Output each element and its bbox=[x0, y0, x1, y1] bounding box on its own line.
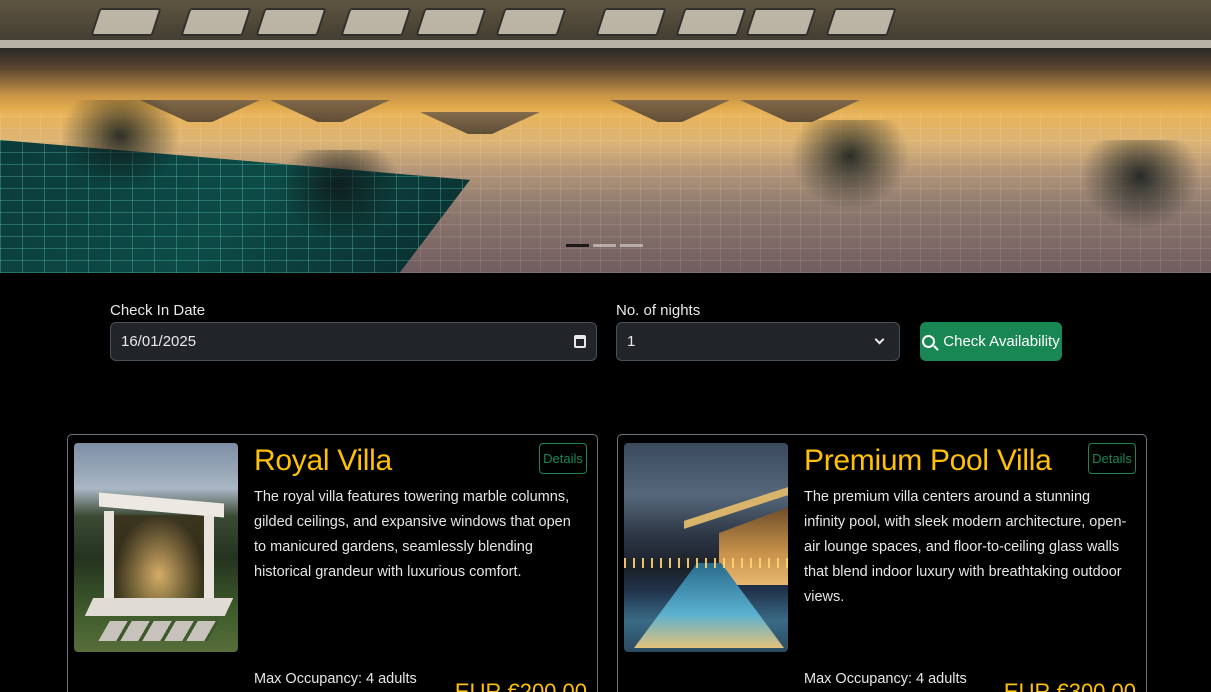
villa-description: The premium villa centers around a stunn… bbox=[804, 489, 1127, 605]
villa-image bbox=[74, 443, 238, 652]
lounger-image bbox=[745, 8, 817, 36]
villa-title: Premium Pool Villa bbox=[804, 444, 1052, 477]
availability-form: Check In Date 16/01/2025 No. of nights 1… bbox=[110, 301, 1070, 361]
carousel-indicator[interactable] bbox=[566, 244, 589, 247]
palm-reflection bbox=[60, 100, 180, 190]
palm-reflection bbox=[1080, 140, 1200, 230]
lounger-image bbox=[495, 8, 567, 36]
villa-occupancy: Max Occupancy: 4 adults bbox=[804, 671, 967, 687]
hero-carousel[interactable] bbox=[0, 0, 1211, 273]
villa-price: EUR €300.00 bbox=[1003, 679, 1136, 692]
villa-image bbox=[624, 443, 788, 652]
villa-title: Royal Villa bbox=[254, 444, 392, 477]
nights-label: No. of nights bbox=[616, 302, 701, 319]
villa-description: The royal villa features towering marble… bbox=[254, 489, 571, 580]
nights-value: 1 bbox=[627, 333, 636, 350]
pool-edge bbox=[0, 40, 1211, 48]
checkin-date-value: 16/01/2025 bbox=[121, 333, 197, 350]
lounger-image bbox=[675, 8, 747, 36]
carousel-indicators bbox=[566, 244, 643, 247]
details-button[interactable]: Details bbox=[539, 443, 587, 474]
search-icon bbox=[922, 335, 936, 348]
lounger-image bbox=[255, 8, 327, 36]
checkin-label: Check In Date bbox=[110, 302, 206, 319]
lounger-image bbox=[90, 8, 162, 36]
lounger-image bbox=[595, 8, 667, 36]
carousel-indicator[interactable] bbox=[593, 244, 616, 247]
check-availability-button[interactable]: Check Availability bbox=[920, 322, 1062, 361]
palm-reflection bbox=[280, 150, 400, 240]
lounger-image bbox=[180, 8, 252, 36]
chevron-down-icon bbox=[874, 334, 885, 345]
check-availability-label: Check Availability bbox=[943, 333, 1060, 350]
villa-card-royal: Royal Villa Details The royal villa feat… bbox=[67, 434, 598, 692]
villa-occupancy: Max Occupancy: 4 adults bbox=[254, 671, 417, 687]
lounger-image bbox=[825, 8, 897, 36]
calendar-icon[interactable] bbox=[574, 335, 586, 348]
nights-select[interactable]: 1 bbox=[616, 322, 900, 361]
lounger-image bbox=[340, 8, 412, 36]
lounger-image bbox=[415, 8, 487, 36]
checkin-date-input[interactable]: 16/01/2025 bbox=[110, 322, 597, 361]
palm-reflection bbox=[790, 120, 910, 210]
villa-price: EUR €200.00 bbox=[454, 679, 587, 692]
details-button[interactable]: Details bbox=[1088, 443, 1136, 474]
carousel-indicator[interactable] bbox=[620, 244, 643, 247]
villa-card-premium-pool: Premium Pool Villa Details The premium v… bbox=[617, 434, 1147, 692]
